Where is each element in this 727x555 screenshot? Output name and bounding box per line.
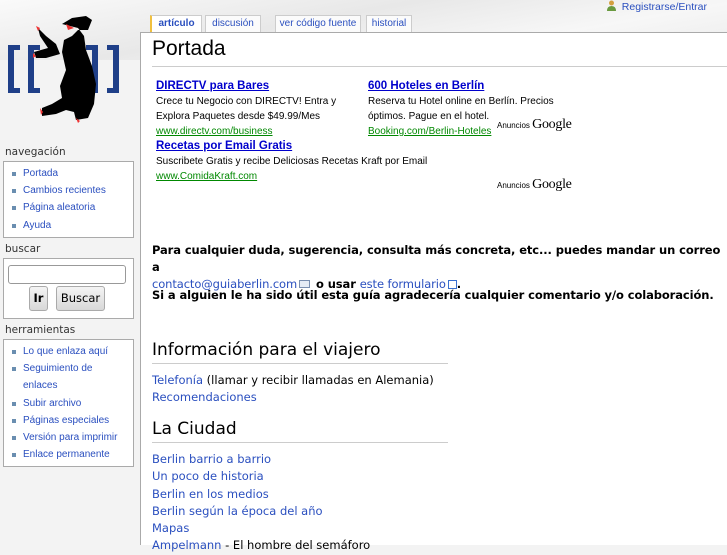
ad-text: Crece tu Negocio con DIRECTV! Entra y Ex… — [156, 96, 337, 122]
ad-url[interactable]: Booking.com/Berlin-Hoteles — [368, 126, 491, 137]
ad-title[interactable]: 600 Hoteles en Berlín — [368, 79, 563, 93]
ad-item[interactable]: DIRECTV para Bares Crece tu Negocio con … — [156, 79, 356, 139]
list-item: Ampelmann - El hombre del semáforo — [152, 537, 370, 554]
search-input[interactable] — [8, 265, 126, 284]
list-link[interactable]: Mapas — [152, 521, 189, 535]
list-link[interactable]: Berlin en los medios — [152, 487, 269, 501]
list-link[interactable]: Recomendaciones — [152, 390, 257, 404]
list-item: Telefonía (llamar y recibir llamadas en … — [152, 372, 434, 389]
nav-item-help[interactable]: Ayuda — [12, 217, 133, 234]
ads-by-google-label[interactable]: Anuncios Google — [497, 117, 572, 133]
ad-url[interactable]: www.ComidaKraft.com — [156, 171, 257, 182]
tool-label[interactable]: Seguimiento de enlaces — [23, 363, 93, 391]
ad-title[interactable]: DIRECTV para Bares — [156, 79, 356, 93]
tools-portlet: Lo que enlaza aquí Seguimiento de enlace… — [3, 339, 134, 467]
search-heading: buscar — [5, 243, 41, 255]
content-area: Portada DIRECTV para Bares Crece tu Nego… — [140, 32, 727, 552]
tab-history[interactable]: historial — [366, 15, 412, 33]
section-heading: La Ciudad — [152, 419, 448, 443]
nav-item-recent-changes[interactable]: Cambios recientes — [12, 182, 133, 199]
google-logo: Google — [532, 117, 572, 132]
navigation-heading: navegación — [5, 146, 66, 158]
tool-what-links-here[interactable]: Lo que enlaza aquí — [12, 343, 133, 360]
ads-prefix: Anuncios — [497, 121, 530, 130]
tool-special-pages[interactable]: Páginas especiales — [12, 412, 133, 429]
go-button[interactable]: Ir — [29, 286, 48, 311]
list-item: Un poco de historia — [152, 468, 370, 485]
tool-upload-file[interactable]: Subir archivo — [12, 395, 133, 412]
tool-label[interactable]: Versión para imprimir — [23, 432, 117, 443]
tool-label[interactable]: Lo que enlaza aquí — [23, 346, 108, 357]
ad-title[interactable]: Recetas por Email Gratis — [156, 139, 486, 153]
section-heading: Información para el viajero — [152, 340, 448, 364]
contact-text: Para cualquier duda, sugerencia, consult… — [152, 243, 721, 274]
user-login-link[interactable]: Registrarse/Entrar — [606, 0, 707, 13]
ad-text: Suscribete Gratis y recibe Deliciosas Re… — [156, 156, 428, 167]
list-note: - El hombre del semáforo — [221, 538, 371, 553]
user-icon — [606, 0, 617, 11]
ad-url[interactable]: www.directv.com/business — [156, 126, 273, 137]
tab-discussion[interactable]: discusión — [205, 15, 261, 33]
page-title: Portada — [152, 37, 727, 67]
tool-label[interactable]: Enlace permanente — [23, 449, 110, 460]
list-note: (llamar y recibir llamadas en Alemania) — [203, 373, 434, 387]
list-item: Berlin barrio a barrio — [152, 451, 370, 468]
list-item: Berlin según la época del año — [152, 503, 370, 520]
list-link[interactable]: Telefonía — [152, 373, 203, 387]
nav-label[interactable]: Cambios recientes — [23, 185, 106, 196]
list-item: Mapas — [152, 520, 370, 537]
tool-printable-version[interactable]: Versión para imprimir — [12, 429, 133, 446]
list-link[interactable]: Ampelmann — [152, 538, 221, 552]
berlin-bear-logo[interactable] — [0, 0, 140, 140]
nav-label[interactable]: Página aleatoria — [23, 202, 95, 213]
tool-permanent-link[interactable]: Enlace permanente — [12, 446, 133, 463]
nav-label[interactable]: Portada — [23, 168, 58, 179]
list-link[interactable]: Berlin según la época del año — [152, 504, 323, 518]
tool-related-changes[interactable]: Seguimiento de enlaces — [12, 360, 100, 394]
tool-label[interactable]: Subir archivo — [23, 398, 81, 409]
list-item: Berlin en los medios — [152, 486, 370, 503]
ad-item[interactable]: Recetas por Email Gratis Suscribete Grat… — [156, 139, 486, 184]
list-link[interactable]: Berlin barrio a barrio — [152, 452, 271, 466]
list-item: Recomendaciones — [152, 389, 434, 406]
search-portlet: Ir Buscar — [3, 258, 134, 319]
section-list: Telefonía (llamar y recibir llamadas en … — [152, 372, 434, 407]
list-link[interactable]: Un poco de historia — [152, 469, 264, 483]
search-button[interactable]: Buscar — [56, 286, 105, 311]
tools-heading: herramientas — [5, 324, 76, 336]
ads-prefix: Anuncios — [497, 181, 530, 190]
nav-item-portada[interactable]: Portada — [12, 165, 133, 182]
nav-item-random-page[interactable]: Página aleatoria — [12, 199, 133, 216]
contact-paragraph: Para cualquier duda, sugerencia, consult… — [152, 242, 727, 293]
google-logo: Google — [532, 177, 572, 192]
ads-by-google-label[interactable]: Anuncios Google — [497, 177, 572, 193]
section-list: Berlin barrio a barrio Un poco de histor… — [152, 451, 370, 555]
nav-label[interactable]: Ayuda — [23, 220, 51, 231]
tool-label[interactable]: Páginas especiales — [23, 415, 109, 426]
login-link[interactable]: Registrarse/Entrar — [622, 1, 707, 13]
tab-view-source[interactable]: ver código fuente — [275, 15, 361, 33]
navigation-portlet: Portada Cambios recientes Página aleator… — [3, 161, 134, 238]
thanks-paragraph: Si a alguien le ha sido útil esta guía a… — [152, 288, 714, 302]
